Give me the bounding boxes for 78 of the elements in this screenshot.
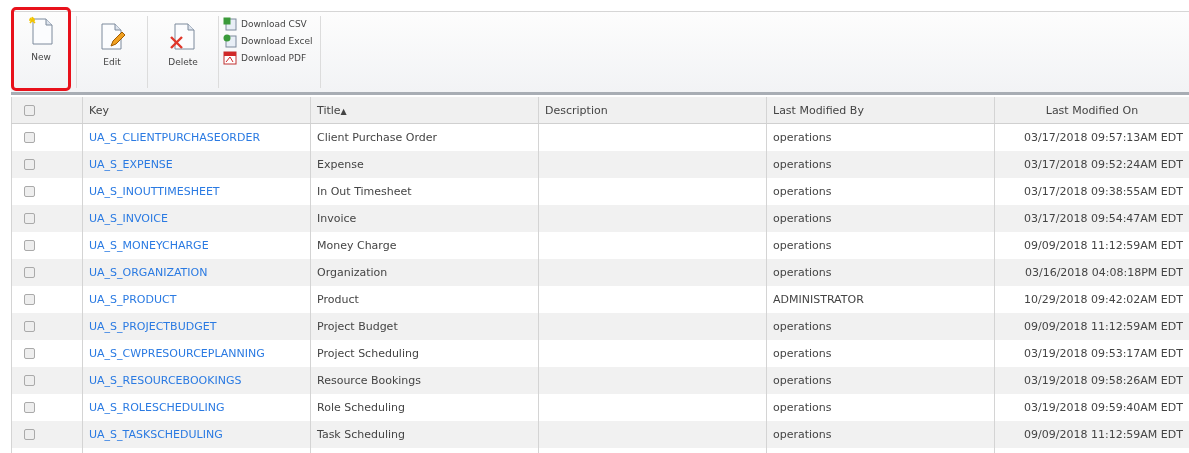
key-link[interactable]: UA_S_RESOURCEBOOKINGS bbox=[89, 374, 242, 387]
column-header[interactable]: Last Modified On bbox=[1045, 103, 1139, 117]
toolbar-button[interactable]: Edit bbox=[82, 12, 142, 92]
spreadsheet-icon bbox=[223, 34, 237, 48]
table-cell: Product bbox=[317, 293, 359, 306]
table-cell: operations bbox=[773, 320, 832, 333]
table-cell: operations bbox=[773, 239, 832, 252]
key-link[interactable]: UA_S_MONEYCHARGE bbox=[89, 239, 209, 252]
table-cell: 03/17/2018 09:57:13AM EDT bbox=[1024, 131, 1183, 144]
select-all-checkbox[interactable] bbox=[24, 104, 35, 116]
table-cell: 03/17/2018 09:54:47AM EDT bbox=[1024, 212, 1183, 225]
download-link[interactable]: Download Excel bbox=[223, 34, 313, 48]
new-document-icon bbox=[28, 16, 54, 46]
delete-document-icon bbox=[170, 21, 196, 51]
table-cell: 03/19/2018 09:53:17AM EDT bbox=[1024, 347, 1183, 360]
key-link[interactable]: UA_S_ROLESCHEDULING bbox=[89, 401, 225, 414]
table-cell: operations bbox=[773, 347, 832, 360]
row-checkbox[interactable] bbox=[24, 429, 35, 440]
toolbar-button[interactable]: Delete bbox=[153, 12, 213, 92]
table-cell: Invoice bbox=[317, 212, 357, 225]
row-checkbox[interactable] bbox=[24, 348, 35, 359]
table-cell: operations bbox=[773, 131, 832, 144]
key-link[interactable]: UA_S_TASKSCHEDULING bbox=[89, 428, 223, 441]
table-cell: Resource Bookings bbox=[317, 374, 422, 387]
row-checkbox[interactable] bbox=[24, 267, 35, 278]
table-cell: Project Scheduling bbox=[317, 347, 419, 360]
table-cell: 09/09/2018 11:12:59AM EDT bbox=[1024, 239, 1183, 252]
table-cell: operations bbox=[773, 266, 832, 279]
row-checkbox[interactable] bbox=[24, 321, 35, 332]
row-checkbox[interactable] bbox=[24, 402, 35, 413]
spreadsheet-icon bbox=[223, 17, 237, 31]
table-cell: 09/09/2018 11:12:59AM EDT bbox=[1024, 320, 1183, 333]
row-checkbox[interactable] bbox=[24, 186, 35, 197]
row-checkbox[interactable] bbox=[24, 159, 35, 170]
table-cell: Expense bbox=[317, 158, 364, 171]
row-checkbox[interactable] bbox=[24, 240, 35, 251]
table-cell: 03/17/2018 09:52:24AM EDT bbox=[1024, 158, 1183, 171]
table-cell: operations bbox=[773, 401, 832, 414]
table-cell: Organization bbox=[317, 266, 388, 279]
key-link[interactable]: UA_S_PRODUCT bbox=[89, 293, 177, 306]
key-link[interactable]: UA_S_EXPENSE bbox=[89, 158, 173, 171]
table-cell: Project Budget bbox=[317, 320, 398, 333]
table-cell: Role Scheduling bbox=[317, 401, 405, 414]
table-cell: operations bbox=[773, 158, 832, 171]
table-cell: 03/17/2018 09:38:55AM EDT bbox=[1024, 185, 1183, 198]
key-link[interactable]: UA_S_INOUTTIMESHEET bbox=[89, 185, 220, 198]
table-cell: 03/19/2018 09:59:40AM EDT bbox=[1024, 401, 1183, 414]
table-cell: operations bbox=[773, 428, 832, 441]
download-link[interactable]: Download CSV bbox=[223, 17, 313, 31]
key-link[interactable]: UA_S_CWPRESOURCEPLANNING bbox=[89, 347, 265, 360]
download-link[interactable]: Download PDF bbox=[223, 51, 313, 65]
key-link[interactable]: UA_S_PROJECTBUDGET bbox=[89, 320, 217, 333]
key-link[interactable]: UA_S_CLIENTPURCHASEORDER bbox=[89, 131, 261, 144]
edit-document-icon bbox=[99, 21, 125, 51]
key-link[interactable]: UA_S_ORGANIZATION bbox=[89, 266, 208, 279]
table-cell: 03/19/2018 09:58:26AM EDT bbox=[1024, 374, 1183, 387]
column-header[interactable]: Description bbox=[545, 103, 608, 117]
table-cell: operations bbox=[773, 212, 832, 225]
table-cell: operations bbox=[773, 374, 832, 387]
row-checkbox[interactable] bbox=[24, 375, 35, 386]
row-checkbox[interactable] bbox=[24, 132, 35, 143]
pdf-icon bbox=[223, 51, 237, 65]
column-header[interactable]: Last Modified By bbox=[773, 103, 864, 117]
table-cell: 10/29/2018 09:42:02AM EDT bbox=[1024, 293, 1183, 306]
table-cell: ADMINISTRATOR bbox=[773, 293, 864, 306]
row-checkbox[interactable] bbox=[24, 213, 35, 224]
table-cell: 03/16/2018 04:08:18PM EDT bbox=[1024, 266, 1183, 279]
column-header[interactable]: Key bbox=[89, 103, 109, 117]
table-cell: operations bbox=[773, 185, 832, 198]
row-checkbox[interactable] bbox=[24, 294, 35, 305]
column-header[interactable]: Title▲ bbox=[317, 103, 347, 117]
table-cell: Task Scheduling bbox=[317, 428, 406, 441]
table-cell: Money Charge bbox=[317, 239, 397, 252]
table-cell: 09/09/2018 11:12:59AM EDT bbox=[1024, 428, 1183, 441]
toolbar-button[interactable]: New bbox=[11, 7, 71, 91]
table-cell: Client Purchase Order bbox=[317, 131, 438, 144]
key-link[interactable]: UA_S_INVOICE bbox=[89, 212, 168, 225]
table-cell: In Out Timesheet bbox=[317, 185, 412, 198]
